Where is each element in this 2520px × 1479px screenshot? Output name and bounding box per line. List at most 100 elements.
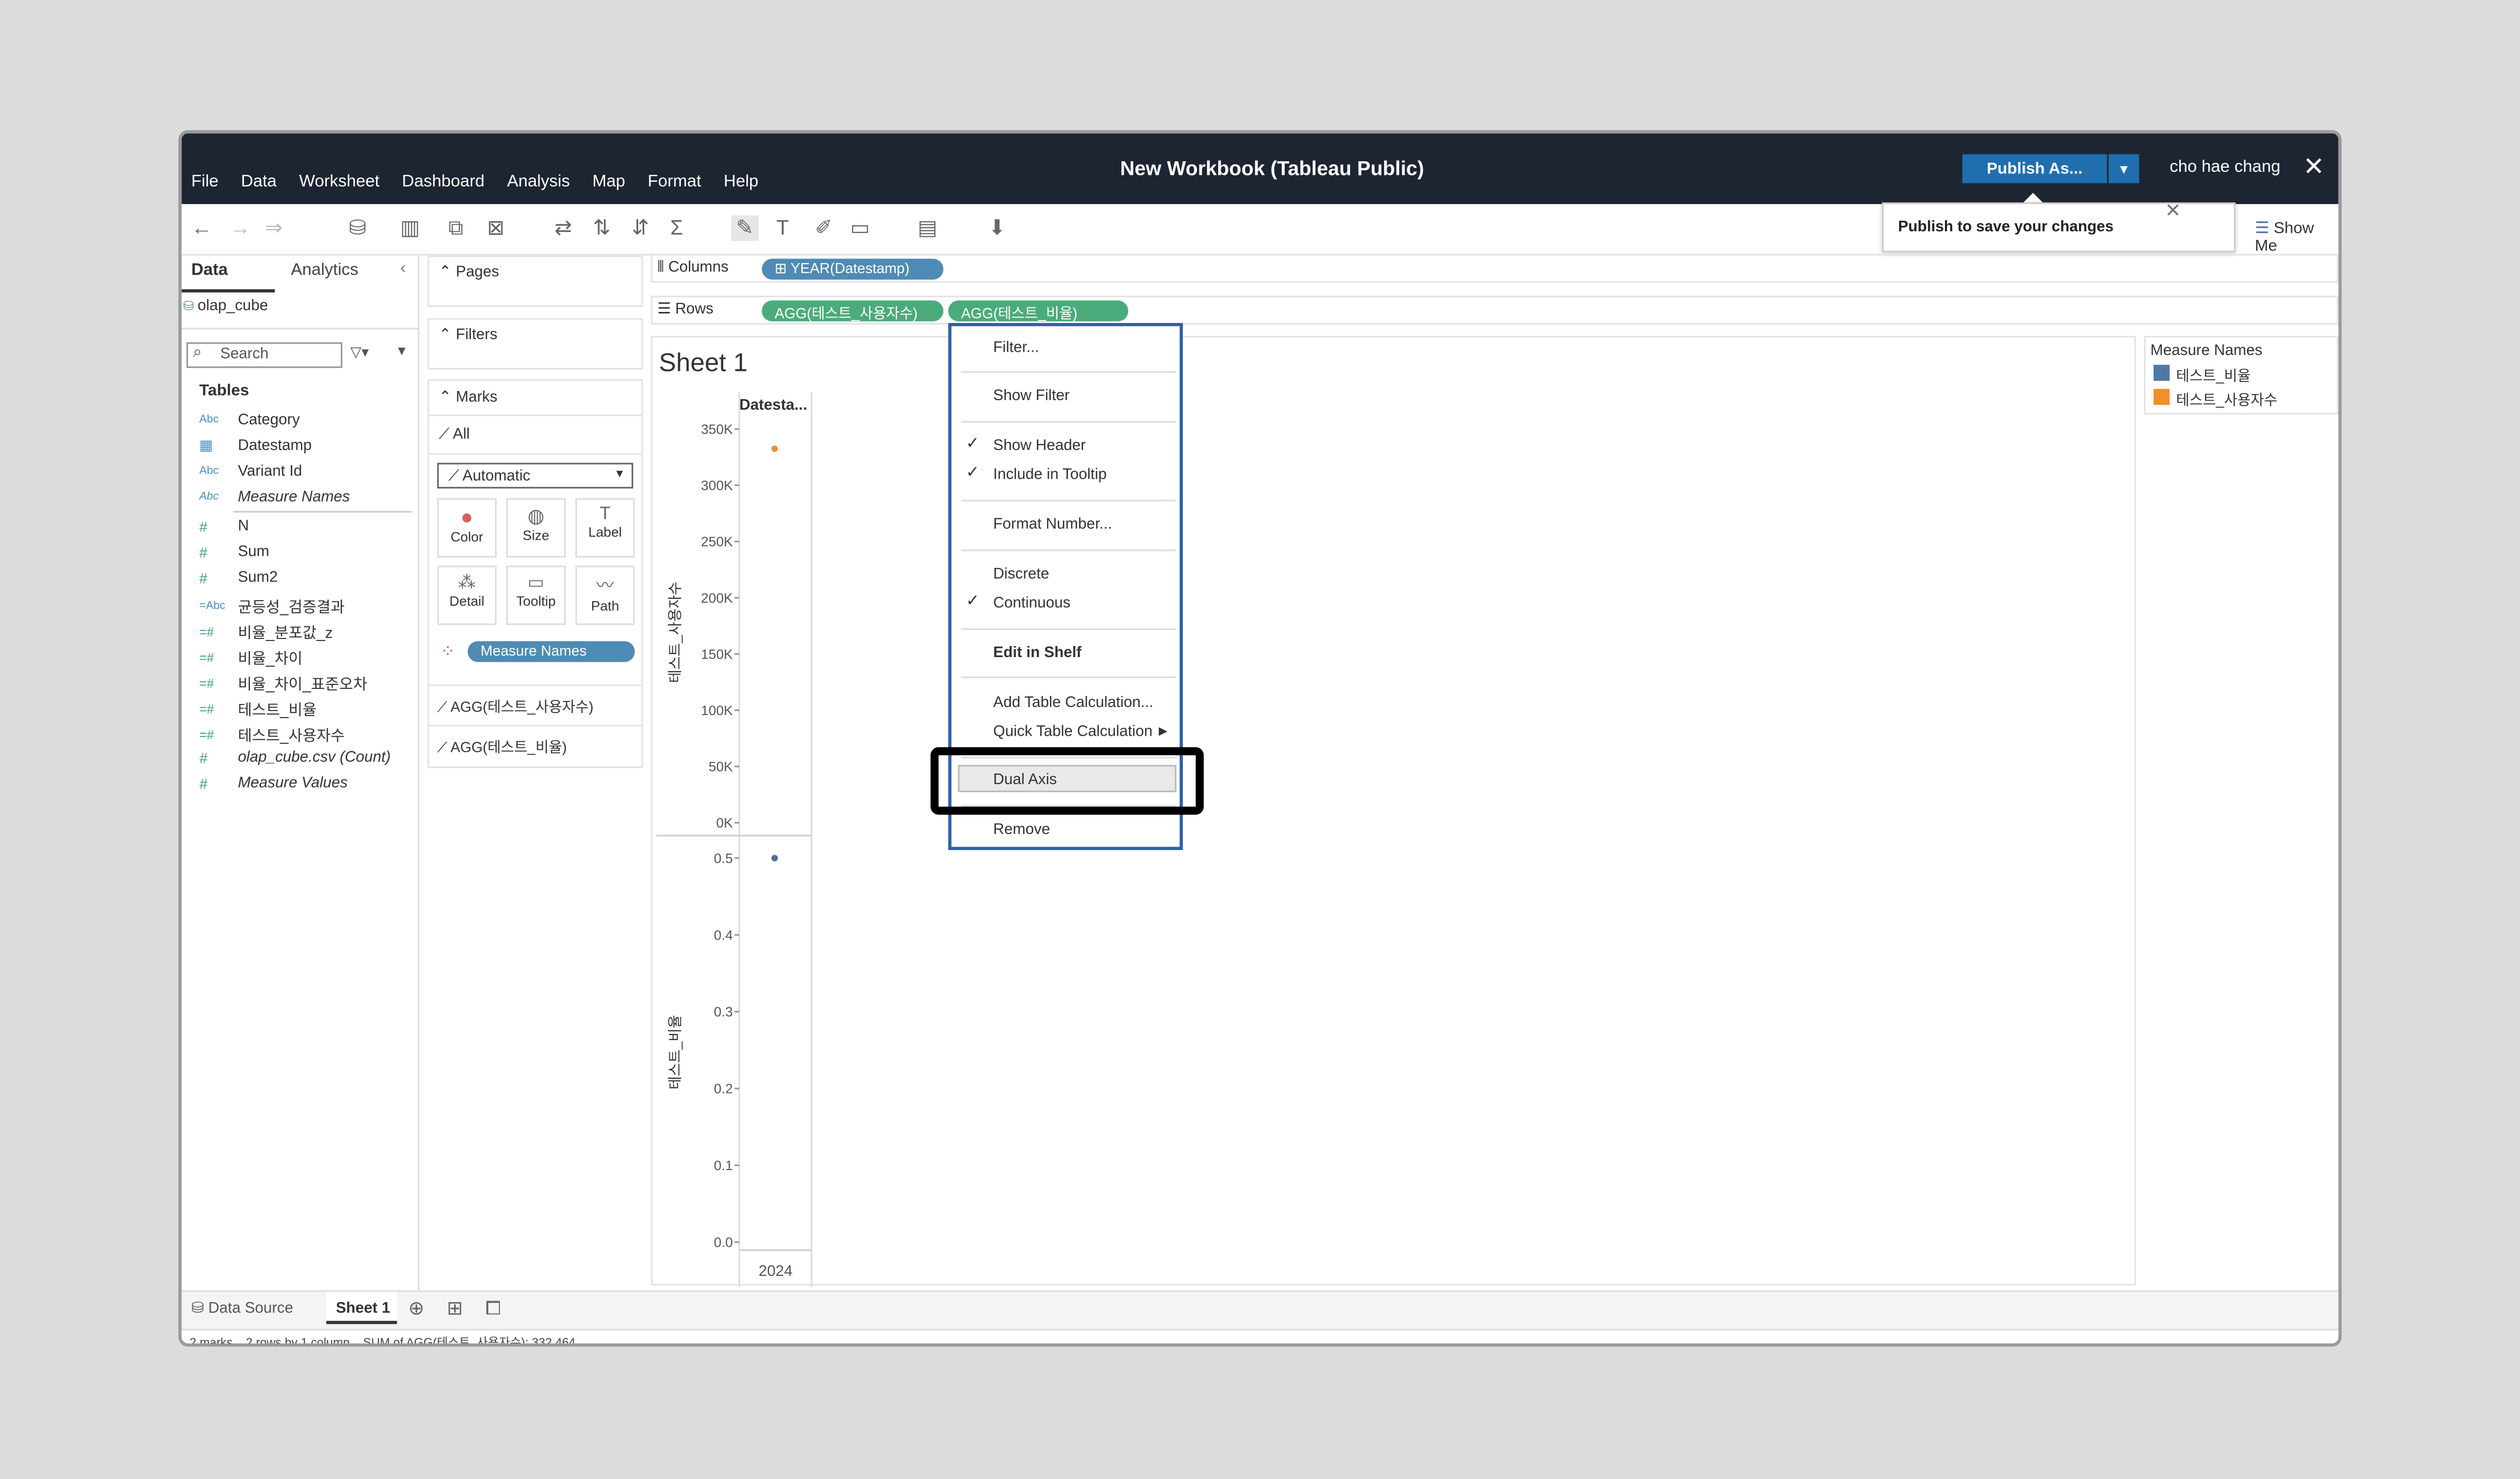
menu-item-quick-table-calc[interactable]: Quick Table Calculation (993, 723, 1153, 741)
labels-icon[interactable]: T (776, 215, 789, 239)
show-me-icon: ☰ (2254, 220, 2274, 238)
axis-title-users[interactable]: 테스트_사용자수 (667, 582, 683, 683)
field-measure-names[interactable]: Abc Measure Names (199, 488, 350, 506)
marks-tab-agg-ratio[interactable]: ⟋ AGG(테스트_비율) (437, 736, 566, 756)
menu-dashboard[interactable]: Dashboard (402, 172, 485, 191)
card-label: Detail (449, 593, 484, 609)
data-source-tab[interactable]: ⛁ Data Source (191, 1300, 293, 1318)
legend-swatch[interactable] (2153, 389, 2170, 405)
pages-shelf[interactable]: ⌃ Pages (427, 255, 643, 307)
new-dashboard-icon[interactable]: ⊞ (447, 1297, 463, 1319)
tooltip-button[interactable]: ▭ Tooltip (506, 565, 566, 625)
rows-pill-test-ratio[interactable]: AGG(테스트_비율) (948, 300, 1128, 321)
sheet-tab-1[interactable]: Sheet 1 (326, 1292, 397, 1324)
publish-dropdown-icon[interactable]: ▼ (2108, 154, 2139, 183)
field-ratio-z[interactable]: =# 비율_분포값_z (199, 620, 333, 643)
field-test-users[interactable]: =# 테스트_사용자수 (199, 723, 344, 746)
mark-test-users[interactable] (771, 445, 778, 452)
menu-item-add-table-calc[interactable]: Add Table Calculation... (993, 694, 1154, 712)
data-menu-icon[interactable]: ▼ (395, 344, 408, 358)
field-ratio-diff[interactable]: =# 비율_차이 (199, 646, 302, 669)
color-button[interactable]: ● Color (437, 498, 497, 558)
tab-analytics[interactable]: Analytics (291, 261, 358, 280)
field-sum2[interactable]: # Sum2 (199, 569, 278, 587)
new-story-icon[interactable]: ⧠ (485, 1297, 501, 1321)
field-measure-values[interactable]: # Measure Values (199, 775, 347, 792)
sort-asc-icon[interactable]: ⇅ (593, 215, 611, 241)
label-button[interactable]: T Label (575, 498, 635, 558)
x-tick-label[interactable]: 2024 (759, 1263, 792, 1279)
mark-test-ratio[interactable] (771, 855, 778, 862)
publish-as-button[interactable]: Publish As... (1962, 154, 2107, 183)
menu-item-discrete[interactable]: Discrete (993, 565, 1049, 583)
detail-button[interactable]: ⁂ Detail (437, 565, 497, 625)
menu-data[interactable]: Data (241, 172, 277, 191)
menu-map[interactable]: Map (592, 172, 625, 191)
marks-tab-agg-users[interactable]: ⟋ AGG(테스트_사용자수) (437, 696, 593, 717)
menu-worksheet[interactable]: Worksheet (299, 172, 379, 191)
close-icon[interactable]: ✕ (2303, 151, 2325, 183)
collapse-icon[interactable]: ‹ (400, 259, 406, 278)
clear-sheet-icon[interactable]: ⊠ (487, 215, 505, 241)
menu-item-remove[interactable]: Remove (993, 821, 1050, 839)
legend-label[interactable]: 테스트_사용자수 (2176, 389, 2278, 410)
field-sum[interactable]: # Sum (199, 543, 269, 561)
axis-title-ratio[interactable]: 테스트_비율 (667, 1015, 683, 1089)
menu-item-format-number[interactable]: Format Number... (993, 516, 1112, 534)
menu-item-continuous[interactable]: Continuous (993, 595, 1070, 612)
menu-item-edit-in-shelf[interactable]: Edit in Shelf (993, 645, 1082, 662)
field-test-ratio[interactable]: =# 테스트_비율 (199, 697, 317, 720)
rows-pill-test-users[interactable]: AGG(테스트_사용자수) (762, 300, 943, 321)
field-category[interactable]: Abc Category (199, 411, 299, 429)
mark-type-select[interactable]: ⟋ Automatic ▼ (437, 463, 634, 489)
measure-names-pill[interactable]: Measure Names (467, 641, 635, 662)
filter-fields-icon[interactable]: ▽▾ (350, 344, 369, 361)
new-worksheet-icon[interactable]: ▥ (400, 215, 420, 241)
search-input[interactable]: Search (186, 342, 343, 368)
back-icon[interactable]: ← (191, 215, 212, 239)
calc-number-icon: =# (199, 650, 214, 665)
size-button[interactable]: ◍ Size (506, 498, 566, 558)
swap-icon[interactable]: ⇄ (554, 215, 572, 241)
color-icon: ● (460, 504, 473, 529)
viz-area: Sheet 1 Datesta... 2024 테스트_사용자수 테스트_비율 … (651, 336, 2136, 1288)
legend-label[interactable]: 테스트_비율 (2176, 365, 2251, 385)
menu-format[interactable]: Format (648, 172, 701, 191)
menu-item-include-in-tooltip[interactable]: Include in Tooltip (993, 466, 1107, 484)
datasource-item[interactable]: ⛁ olap_cube (183, 297, 268, 315)
menu-file[interactable]: File (191, 172, 218, 191)
menu-item-show-header[interactable]: Show Header (993, 437, 1086, 455)
field-datestamp[interactable]: ▦ Datestamp (199, 437, 311, 455)
redo-icon[interactable]: ⇒ (265, 215, 283, 241)
field-n[interactable]: # N (199, 518, 248, 535)
annotate-icon[interactable]: ✐ (815, 215, 833, 241)
calc-number-icon: =# (199, 675, 214, 690)
highlight-icon[interactable]: ✎ (731, 215, 759, 241)
legend-swatch[interactable] (2153, 364, 2170, 381)
field-uniformity-result[interactable]: =Abc 균등성_검증결과 (199, 595, 344, 617)
fit-icon[interactable]: ▭ (850, 215, 870, 241)
menu-analysis[interactable]: Analysis (507, 172, 570, 191)
show-me-button[interactable]: ☰ Show Me (2255, 220, 2339, 255)
marks-all-tab[interactable]: ⟋ All (439, 426, 470, 443)
field-ratio-diff-se[interactable]: =# 비율_차이_표준오차 (199, 672, 367, 694)
tooltip-close-icon[interactable]: ✕ (2165, 199, 2181, 222)
menu-help[interactable]: Help (724, 172, 759, 191)
columns-pill-year[interactable]: ⊞ YEAR(Datestamp) (762, 259, 943, 280)
presentation-icon[interactable]: ▤ (918, 215, 937, 241)
path-button[interactable]: 〰 Path (575, 565, 635, 625)
user-name[interactable]: cho hae chang (2170, 158, 2281, 177)
new-datasource-icon[interactable]: ⛁ (349, 215, 366, 241)
field-count[interactable]: # olap_cube.csv (Count) (199, 749, 391, 766)
sort-desc-icon[interactable]: ⇵ (632, 215, 649, 241)
duplicate-icon[interactable]: ⧉ (449, 215, 464, 241)
menu-item-show-filter[interactable]: Show Filter (993, 388, 1070, 405)
tab-data[interactable]: Data (191, 261, 228, 280)
field-variant-id[interactable]: Abc Variant Id (199, 463, 302, 480)
download-icon[interactable]: ⬇ (988, 215, 1006, 241)
filters-shelf[interactable]: ⌃ Filters (427, 318, 643, 370)
forward-icon[interactable]: → (230, 215, 250, 239)
totals-icon[interactable]: Σ (670, 215, 683, 239)
menu-item-filter[interactable]: Filter... (993, 339, 1039, 357)
new-sheet-icon[interactable]: ⊕ (408, 1297, 424, 1319)
